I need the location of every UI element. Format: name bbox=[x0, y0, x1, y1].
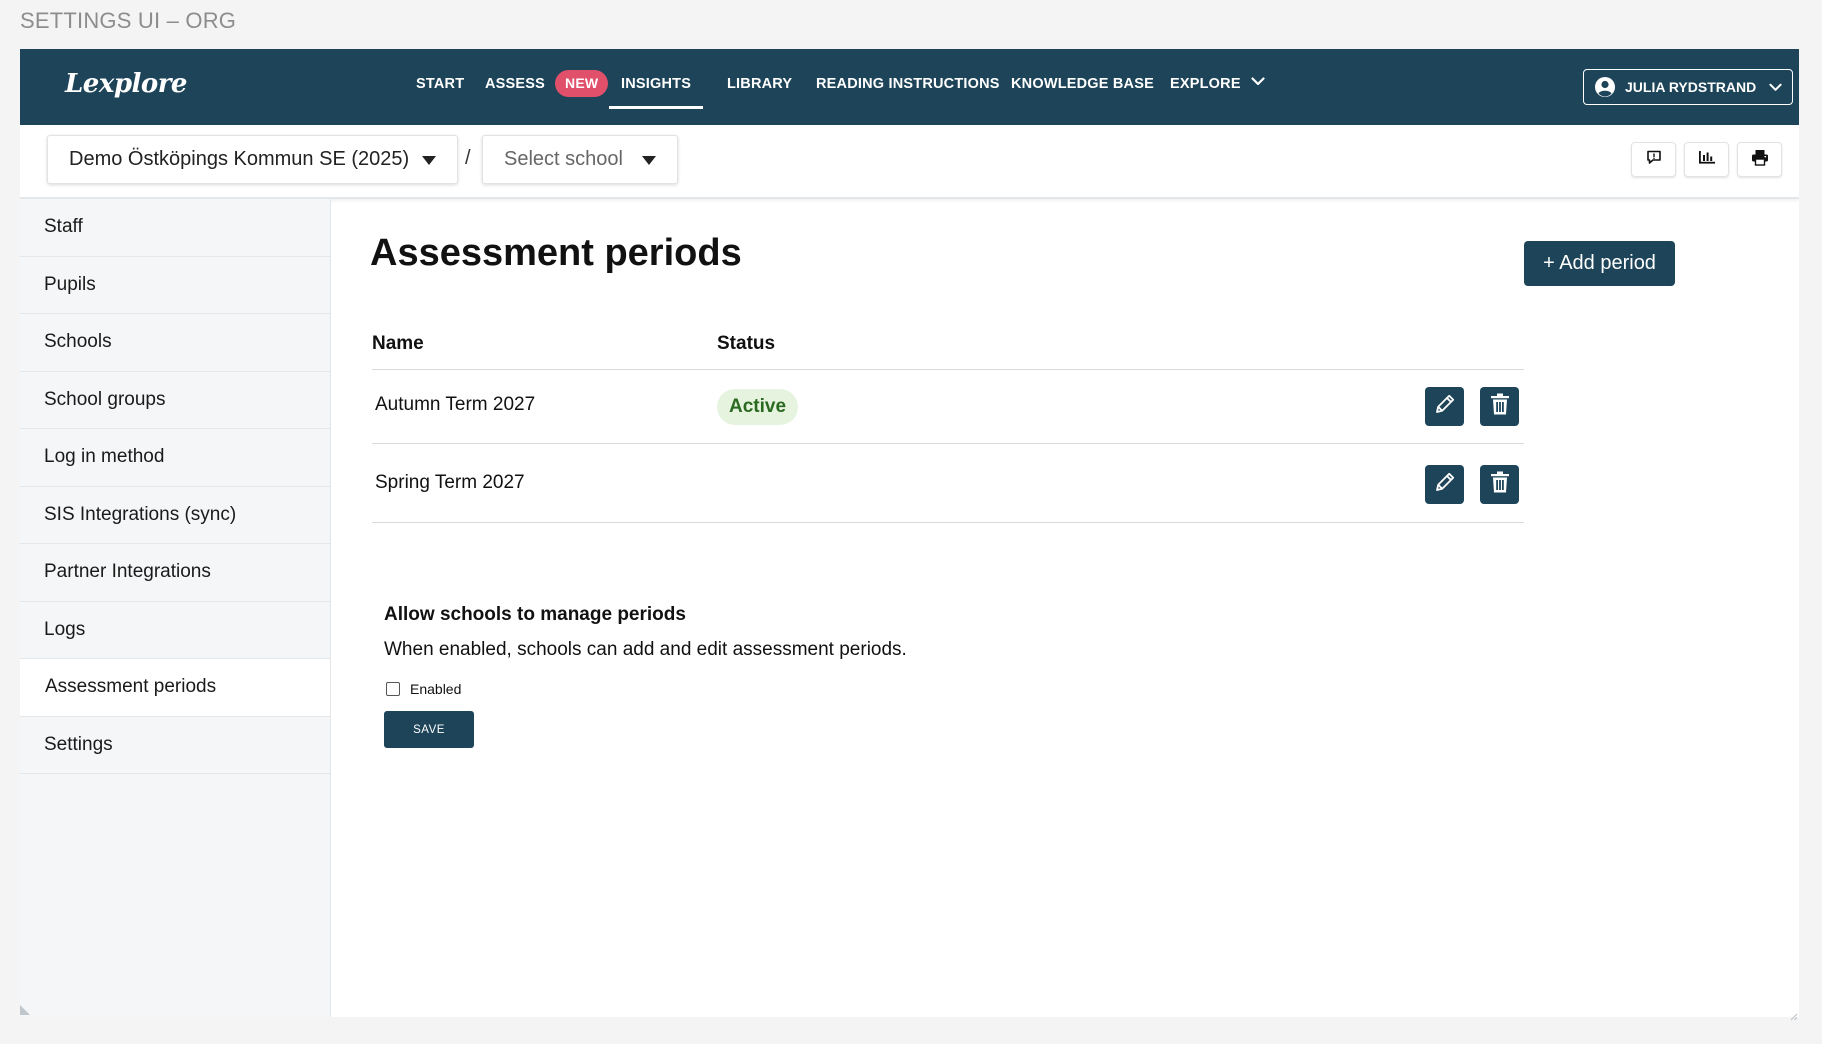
sidebar-item-settings[interactable]: Settings bbox=[20, 717, 330, 774]
lexplore-logo[interactable]: Lexplore bbox=[65, 69, 187, 99]
page-title: Assessment periods bbox=[370, 232, 742, 274]
nav-insights-label: INSIGHTS bbox=[621, 76, 692, 92]
nav-assess[interactable]: ASSESS NEW bbox=[485, 49, 609, 125]
sidebar-item-label: Schools bbox=[44, 331, 112, 353]
nav-explore[interactable]: EXPLORE bbox=[1170, 49, 1265, 125]
table-row: Spring Term 2027 bbox=[372, 444, 1524, 523]
user-circle-icon bbox=[1594, 76, 1616, 98]
sidebar-item-staff[interactable]: Staff bbox=[20, 199, 330, 257]
enabled-checkbox-row: Enabled bbox=[384, 681, 907, 697]
pencil-icon bbox=[1433, 470, 1457, 499]
sidebar-item-partner-integrations[interactable]: Partner Integrations bbox=[20, 544, 330, 602]
trash-icon bbox=[1489, 392, 1511, 421]
sidebar-item-label: Log in method bbox=[44, 446, 165, 468]
trash-icon bbox=[1489, 470, 1511, 499]
allow-schools-section: Allow schools to manage periods When ena… bbox=[384, 604, 907, 748]
new-badge: NEW bbox=[555, 69, 609, 97]
sidebar-item-label: School groups bbox=[44, 388, 166, 410]
delete-button[interactable] bbox=[1480, 387, 1519, 426]
user-name: JULIA RYDSTRAND bbox=[1625, 79, 1757, 95]
column-header-status: Status bbox=[717, 333, 776, 354]
nav-reading-instructions[interactable]: READING INSTRUCTIONS bbox=[816, 49, 1000, 125]
app-window: Lexplore START ASSESS NEW INSIGHTS LIBRAR… bbox=[20, 49, 1799, 1017]
save-button[interactable]: SAVE bbox=[384, 711, 474, 748]
sidebar-item-schools[interactable]: Schools bbox=[20, 314, 330, 372]
sidebar-item-label: SIS Integrations (sync) bbox=[44, 503, 237, 525]
resize-corner-left bbox=[20, 1005, 30, 1015]
sidebar-item-label: Pupils bbox=[44, 273, 96, 295]
nav-library[interactable]: LIBRARY bbox=[727, 49, 792, 125]
nav-insights[interactable]: INSIGHTS bbox=[608, 49, 704, 125]
sidebar-item-sis-integrations[interactable]: SIS Integrations (sync) bbox=[20, 487, 330, 544]
school-select-placeholder: Select school bbox=[504, 148, 623, 170]
nav-knowledge-base-label: KNOWLEDGE BASE bbox=[1011, 76, 1154, 92]
allow-section-description: When enabled, schools can add and edit a… bbox=[384, 639, 907, 660]
context-toolbar: Demo Östköpings Kommun SE (2025) / Selec… bbox=[20, 125, 1799, 199]
sidebar-item-assessment-periods[interactable]: Assessment periods bbox=[20, 659, 330, 717]
nav-start[interactable]: START bbox=[416, 49, 464, 125]
enabled-checkbox-label: Enabled bbox=[410, 681, 462, 697]
print-button[interactable] bbox=[1737, 142, 1782, 177]
school-select[interactable]: Select school bbox=[482, 135, 678, 184]
nav-knowledge-base[interactable]: KNOWLEDGE BASE bbox=[1011, 49, 1154, 125]
resize-handle-icon[interactable] bbox=[1790, 1008, 1798, 1021]
sidebar-item-pupils[interactable]: Pupils bbox=[20, 257, 330, 314]
nav-explore-label: EXPLORE bbox=[1170, 76, 1241, 92]
assessment-periods-table: Name Status Autumn Term 2027 Active Spri… bbox=[372, 319, 1524, 523]
column-header-name: Name bbox=[372, 333, 424, 354]
frame-label: SETTINGS UI – ORG bbox=[20, 8, 237, 33]
period-name: Autumn Term 2027 bbox=[375, 394, 536, 415]
print-icon bbox=[1751, 149, 1769, 171]
edit-button[interactable] bbox=[1425, 387, 1464, 426]
user-menu-button[interactable]: JULIA RYDSTRAND bbox=[1583, 69, 1793, 105]
status-badge: Active bbox=[717, 389, 799, 425]
nav-assess-label: ASSESS bbox=[485, 76, 546, 92]
sidebar-item-label: Logs bbox=[44, 618, 86, 640]
table-header: Name Status bbox=[372, 319, 1524, 370]
pencil-icon bbox=[1433, 392, 1457, 421]
edit-button[interactable] bbox=[1425, 465, 1464, 504]
chevron-down-icon bbox=[1251, 49, 1265, 117]
chart-icon bbox=[1698, 149, 1716, 170]
chart-button[interactable] bbox=[1684, 142, 1729, 177]
main-content: Assessment periods + Add period Name Sta… bbox=[331, 199, 1799, 1017]
organization-select-value: Demo Östköpings Kommun SE (2025) bbox=[69, 148, 410, 170]
sidebar-item-label: Settings bbox=[44, 733, 113, 755]
chevron-down-icon bbox=[1769, 79, 1782, 95]
sidebar-item-label: Assessment periods bbox=[45, 676, 217, 698]
feedback-icon bbox=[1646, 149, 1662, 170]
sidebar-item-label: Partner Integrations bbox=[44, 561, 211, 583]
sidebar-item-school-groups[interactable]: School groups bbox=[20, 372, 330, 429]
caret-down-icon bbox=[422, 148, 436, 171]
nav-library-label: LIBRARY bbox=[727, 76, 793, 92]
caret-down-icon bbox=[642, 148, 656, 171]
feedback-button[interactable] bbox=[1631, 142, 1676, 177]
nav-start-label: START bbox=[416, 76, 465, 92]
top-navigation: Lexplore START ASSESS NEW INSIGHTS LIBRAR… bbox=[20, 49, 1799, 125]
nav-reading-instructions-label: READING INSTRUCTIONS bbox=[816, 76, 1000, 92]
breadcrumb-separator: / bbox=[465, 147, 471, 169]
sidebar-item-logs[interactable]: Logs bbox=[20, 602, 330, 659]
allow-section-title: Allow schools to manage periods bbox=[384, 604, 686, 625]
enabled-checkbox[interactable] bbox=[386, 682, 400, 696]
period-name: Spring Term 2027 bbox=[375, 472, 525, 493]
organization-select[interactable]: Demo Östköpings Kommun SE (2025) bbox=[47, 135, 458, 184]
sidebar-item-label: Staff bbox=[44, 216, 83, 238]
table-row: Autumn Term 2027 Active bbox=[372, 370, 1524, 444]
add-period-button[interactable]: + Add period bbox=[1524, 241, 1675, 286]
sidebar-item-log-in-method[interactable]: Log in method bbox=[20, 429, 330, 487]
settings-sidebar: Staff Pupils Schools School groups Log i… bbox=[20, 199, 331, 1017]
delete-button[interactable] bbox=[1480, 465, 1519, 504]
